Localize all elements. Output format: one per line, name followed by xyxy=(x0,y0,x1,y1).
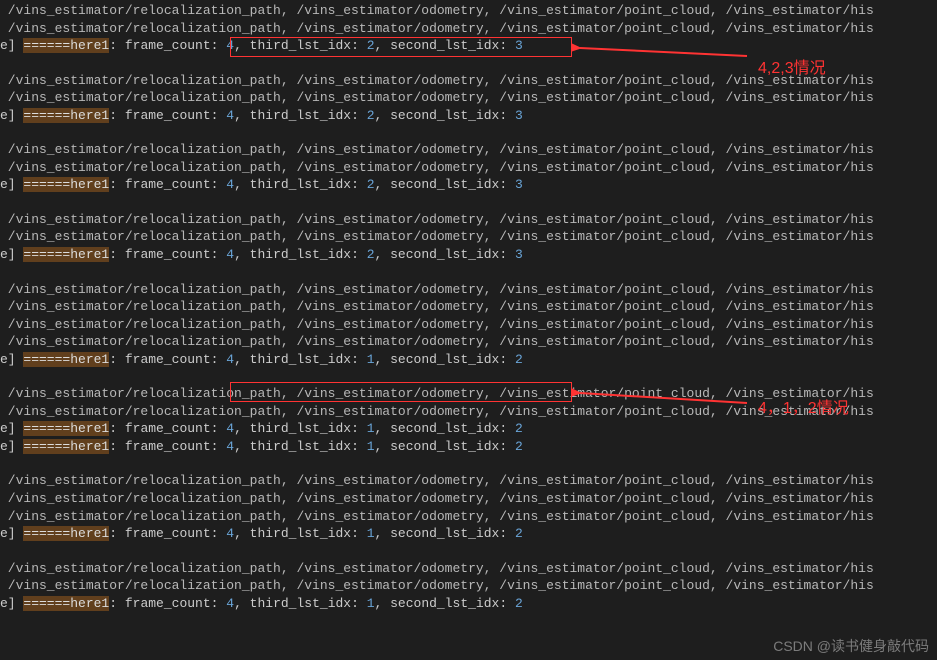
second-lst-idx-value: 3 xyxy=(515,177,523,192)
frame-count-value: 4 xyxy=(226,421,234,436)
second-lst-idx-value: 2 xyxy=(515,421,523,436)
blank-line xyxy=(0,124,937,141)
third-lst-idx-value: 1 xyxy=(367,526,375,541)
third-lst-idx-value: 1 xyxy=(367,439,375,454)
frame-count-value: 4 xyxy=(226,526,234,541)
frame-count-value: 4 xyxy=(226,177,234,192)
topic-line: /vins_estimator/relocalization_path, /vi… xyxy=(0,72,937,90)
log-line: e] ======here1: frame_count: 4, third_ls… xyxy=(0,420,937,438)
second-lst-idx-value: 2 xyxy=(515,596,523,611)
frame-count-value: 4 xyxy=(226,352,234,367)
second-lst-idx-value: 2 xyxy=(515,352,523,367)
log-line: e] ======here1: frame_count: 4, third_ls… xyxy=(0,351,937,369)
topic-line: /vins_estimator/relocalization_path, /vi… xyxy=(0,141,937,159)
topic-line: /vins_estimator/relocalization_path, /vi… xyxy=(0,298,937,316)
topic-line: /vins_estimator/relocalization_path, /vi… xyxy=(0,560,937,578)
second-lst-idx-value: 3 xyxy=(515,108,523,123)
here-marker: ======here1 xyxy=(23,38,109,53)
log-line: e] ======here1: frame_count: 4, third_ls… xyxy=(0,246,937,264)
topic-line: /vins_estimator/relocalization_path, /vi… xyxy=(0,333,937,351)
topic-line: /vins_estimator/relocalization_path, /vi… xyxy=(0,472,937,490)
log-line: e] ======here1: frame_count: 4, third_ls… xyxy=(0,595,937,613)
log-line: e] ======here1: frame_count: 4, third_ls… xyxy=(0,107,937,125)
topic-line: /vins_estimator/relocalization_path, /vi… xyxy=(0,89,937,107)
log-line: e] ======here1: frame_count: 4, third_ls… xyxy=(0,525,937,543)
topic-line: /vins_estimator/relocalization_path, /vi… xyxy=(0,228,937,246)
frame-count-value: 4 xyxy=(226,439,234,454)
topic-line: /vins_estimator/relocalization_path, /vi… xyxy=(0,577,937,595)
topic-line: /vins_estimator/relocalization_path, /vi… xyxy=(0,385,937,403)
third-lst-idx-value: 2 xyxy=(367,247,375,262)
frame-count-value: 4 xyxy=(226,247,234,262)
third-lst-idx-value: 2 xyxy=(367,177,375,192)
blank-line xyxy=(0,543,937,560)
here-marker: ======here1 xyxy=(23,421,109,436)
here-marker: ======here1 xyxy=(23,352,109,367)
here-marker: ======here1 xyxy=(23,247,109,262)
blank-line xyxy=(0,368,937,385)
log-line: e] ======here1: frame_count: 4, third_ls… xyxy=(0,438,937,456)
second-lst-idx-value: 2 xyxy=(515,526,523,541)
topic-line: /vins_estimator/relocalization_path, /vi… xyxy=(0,2,937,20)
third-lst-idx-value: 1 xyxy=(367,596,375,611)
log-line: e] ======here1: frame_count: 4, third_ls… xyxy=(0,176,937,194)
topic-line: /vins_estimator/relocalization_path, /vi… xyxy=(0,159,937,177)
topic-line: /vins_estimator/relocalization_path, /vi… xyxy=(0,403,937,421)
here-marker: ======here1 xyxy=(23,177,109,192)
blank-line xyxy=(0,264,937,281)
here-marker: ======here1 xyxy=(23,108,109,123)
topic-line: /vins_estimator/relocalization_path, /vi… xyxy=(0,316,937,334)
frame-count-value: 4 xyxy=(226,596,234,611)
third-lst-idx-value: 1 xyxy=(367,421,375,436)
frame-count-value: 4 xyxy=(226,108,234,123)
topic-line: /vins_estimator/relocalization_path, /vi… xyxy=(0,490,937,508)
second-lst-idx-value: 2 xyxy=(515,439,523,454)
blank-line xyxy=(0,455,937,472)
frame-count-value: 4 xyxy=(226,38,234,53)
topic-line: /vins_estimator/relocalization_path, /vi… xyxy=(0,211,937,229)
third-lst-idx-value: 1 xyxy=(367,352,375,367)
here-marker: ======here1 xyxy=(23,439,109,454)
watermark: CSDN @读书健身敲代码 xyxy=(773,637,929,656)
third-lst-idx-value: 2 xyxy=(367,38,375,53)
second-lst-idx-value: 3 xyxy=(515,247,523,262)
here-marker: ======here1 xyxy=(23,526,109,541)
topic-line: /vins_estimator/relocalization_path, /vi… xyxy=(0,508,937,526)
here-marker: ======here1 xyxy=(23,596,109,611)
topic-line: /vins_estimator/relocalization_path, /vi… xyxy=(0,20,937,38)
blank-line xyxy=(0,55,937,72)
log-line: e] ======here1: frame_count: 4, third_ls… xyxy=(0,37,937,55)
topic-line: /vins_estimator/relocalization_path, /vi… xyxy=(0,281,937,299)
third-lst-idx-value: 2 xyxy=(367,108,375,123)
second-lst-idx-value: 3 xyxy=(515,38,523,53)
blank-line xyxy=(0,194,937,211)
